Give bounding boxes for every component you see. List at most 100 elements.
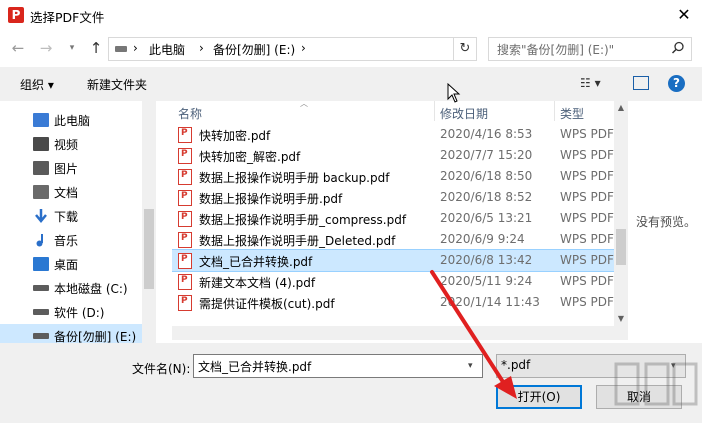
back-button[interactable]: ← <box>8 39 28 57</box>
file-type: WPS PDF <box>560 169 614 183</box>
pdf-file-icon <box>178 127 192 143</box>
file-name: 数据上报操作说明手册_Deleted.pdf <box>199 234 396 248</box>
drive-icon <box>33 285 49 291</box>
new-folder-button[interactable]: 新建文件夹 <box>87 76 147 93</box>
sidebar-item[interactable]: 桌面 <box>0 252 142 276</box>
pdf-file-icon <box>178 274 192 290</box>
preview-pane-icon[interactable] <box>633 76 649 90</box>
column-header: 名称 ︿ 修改日期 类型 <box>172 99 614 122</box>
address-bar[interactable]: › 此电脑 › 备份[勿删] (E:) › ▾ <box>108 37 551 61</box>
breadcrumb-drive-e[interactable]: 备份[勿删] (E:) <box>213 41 295 58</box>
sidebar-item-label: 文档 <box>54 186 79 200</box>
computer-icon <box>33 113 49 127</box>
file-type: WPS PDF <box>560 211 614 225</box>
sidebar-item[interactable]: 音乐 <box>0 228 142 252</box>
download-icon <box>33 209 49 223</box>
sidebar-item-label: 备份[勿删] (E:) <box>54 330 137 343</box>
pdf-file-icon <box>178 148 192 164</box>
breadcrumb-separator[interactable]: › <box>301 41 306 55</box>
file-list: 快转加密.pdf2020/4/16 8:53WPS PDF快转加密_解密.pdf… <box>172 101 614 326</box>
desktop-icon <box>33 257 49 271</box>
file-type: WPS PDF <box>560 253 614 267</box>
preview-pane-message: 没有预览。 <box>636 215 697 229</box>
file-row[interactable]: 数据上报操作说明手册_Deleted.pdf 2020/6/9 9:24 WPS P… <box>172 229 614 250</box>
sidebar-item-label: 桌面 <box>54 258 79 272</box>
filename-input[interactable]: 文档_已合并转换.pdf ▾ <box>193 354 483 378</box>
column-divider[interactable] <box>554 101 555 121</box>
drive-icon <box>33 309 49 315</box>
horizontal-scrollbar[interactable] <box>172 326 628 340</box>
sidebar-item[interactable]: 此电脑 <box>0 108 142 132</box>
sidebar-item[interactable]: 本地磁盘 (C:) <box>0 276 142 300</box>
file-row[interactable]: 数据上报操作说明手册_compress.pdf 2020/6/5 13:21 WPS… <box>172 208 614 229</box>
column-type[interactable]: 类型 <box>560 105 584 122</box>
breadcrumb-separator[interactable]: › <box>133 41 138 55</box>
recent-locations-dropdown[interactable]: ▾ <box>62 39 82 57</box>
music-icon <box>33 233 49 247</box>
file-list-scrollbar[interactable] <box>614 101 628 326</box>
sidebar-item[interactable]: 视频 <box>0 132 142 156</box>
filename-value: 文档_已合并转换.pdf <box>198 360 312 374</box>
file-row[interactable]: 需提供证件模板(cut).pdf 2020/1/14 11:43 WPS PDF <box>172 292 614 313</box>
mouse-cursor-icon <box>447 83 461 103</box>
view-options-button[interactable]: ☷ ▾ <box>580 76 601 90</box>
file-row[interactable]: 文档_已合并转换.pdf 2020/6/8 13:42 WPS PDF <box>172 249 614 272</box>
pdf-app-icon: P <box>8 7 24 23</box>
scroll-down-icon[interactable]: ▼ <box>614 314 628 323</box>
sidebar-item-label: 此电脑 <box>54 114 91 128</box>
file-date: 2020/6/5 13:21 <box>440 211 533 225</box>
help-icon[interactable]: ? <box>668 75 685 92</box>
search-input[interactable]: 搜索"备份[勿删] (E:)" <box>488 37 692 61</box>
refresh-button[interactable]: ↻ <box>454 37 477 61</box>
sidebar-item[interactable]: 下载 <box>0 204 142 228</box>
close-button[interactable]: ✕ <box>672 4 696 26</box>
file-row[interactable]: 数据上报操作说明手册 backup.pdf 2020/6/18 8:50 WPS P… <box>172 166 614 187</box>
sidebar-item-label: 图片 <box>54 162 79 176</box>
file-name: 快转加密_解密.pdf <box>199 150 301 164</box>
file-row[interactable]: 数据上报操作说明手册.pdf 2020/6/18 8:52 WPS PDF <box>172 187 614 208</box>
drive-icon <box>115 46 127 52</box>
documents-icon <box>33 185 49 199</box>
file-name: 数据上报操作说明手册.pdf <box>199 192 343 206</box>
file-date: 2020/6/9 9:24 <box>440 232 525 246</box>
file-name: 新建文本文档 (4).pdf <box>199 276 316 290</box>
file-name: 数据上报操作说明手册 backup.pdf <box>199 171 390 185</box>
column-divider[interactable] <box>434 101 435 121</box>
video-icon <box>33 137 49 151</box>
column-date[interactable]: 修改日期 <box>440 105 488 122</box>
pdf-file-icon <box>178 211 192 227</box>
file-row[interactable]: 快转加密.pdf 2020/4/16 8:53 WPS PDF <box>172 124 614 145</box>
file-type: WPS PDF <box>560 148 614 162</box>
sidebar-scrollbar-thumb[interactable] <box>144 209 154 289</box>
sort-arrow-icon: ︿ <box>300 99 308 108</box>
file-row[interactable]: 快转加密_解密.pdf 2020/7/7 15:20 WPS PDF <box>172 145 614 166</box>
file-list-scrollbar-thumb[interactable] <box>616 229 626 265</box>
sidebar-item-label: 音乐 <box>54 234 79 248</box>
scroll-up-icon[interactable]: ▲ <box>614 103 628 112</box>
open-button[interactable]: 打开(O) <box>496 385 582 409</box>
pdf-file-icon <box>178 190 192 206</box>
file-date: 2020/4/16 8:53 <box>440 127 533 141</box>
organize-button[interactable]: 组织 ▾ <box>20 76 54 93</box>
column-name[interactable]: 名称 <box>178 105 202 122</box>
file-row[interactable]: 新建文本文档 (4).pdf 2020/5/11 9:24 WPS PDF <box>172 271 614 292</box>
file-type: WPS PDF <box>560 190 614 204</box>
navigation-bar: ← → ▾ ↑ › 此电脑 › 备份[勿删] (E:) › ▾ ↻ 搜索"备份[… <box>0 31 702 67</box>
chevron-down-icon[interactable]: ▾ <box>468 361 473 371</box>
file-name: 快转加密.pdf <box>199 129 271 143</box>
navigation-pane: 此电脑视频图片文档下载音乐桌面本地磁盘 (C:) 软件 (D:) 备份[勿删] (E… <box>0 101 156 343</box>
sidebar-item[interactable]: 图片 <box>0 156 142 180</box>
watermark-logo-icon <box>614 362 698 406</box>
file-type: WPS PDF <box>560 127 614 141</box>
up-folder-button[interactable]: ↑ <box>86 39 106 57</box>
sidebar-item[interactable]: 软件 (D:) <box>0 300 142 324</box>
file-type: WPS PDF <box>560 232 614 246</box>
pdf-file-icon <box>178 295 192 311</box>
breadcrumb-separator[interactable]: › <box>199 41 204 55</box>
forward-button[interactable]: → <box>36 39 56 57</box>
breadcrumb-this-pc[interactable]: 此电脑 <box>149 41 185 58</box>
sidebar-item[interactable]: 备份[勿删] (E:) <box>0 324 142 343</box>
sidebar-item-label: 软件 (D:) <box>54 306 105 320</box>
file-name: 文档_已合并转换.pdf <box>199 255 313 269</box>
sidebar-item[interactable]: 文档 <box>0 180 142 204</box>
